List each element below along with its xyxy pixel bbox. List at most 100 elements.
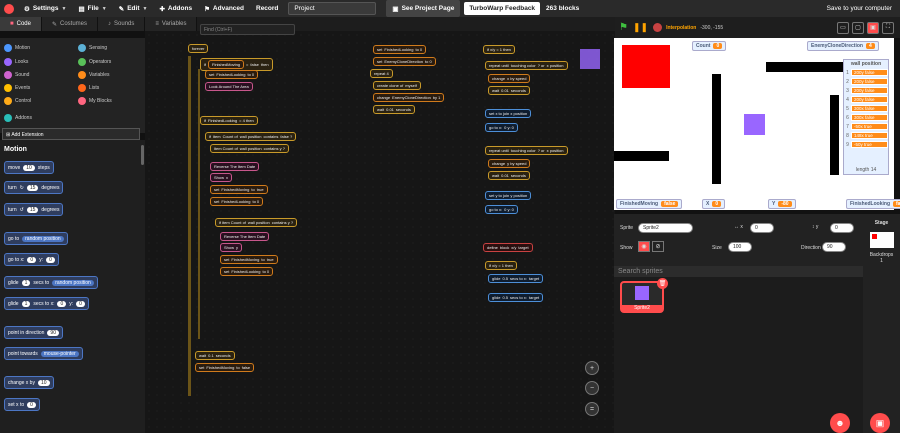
change-x-block[interactable]: change x by 10	[4, 376, 54, 389]
category-my-blocks[interactable]: My Blocks	[78, 97, 112, 105]
workspace-block[interactable]: change y by speed	[488, 159, 531, 168]
category-addons[interactable]: Addons	[4, 114, 32, 122]
choose-backdrop-button[interactable]: ▣	[870, 413, 890, 433]
list-item[interactable]: 8 148x true	[844, 131, 888, 140]
wall-position-list[interactable]: wall position 1 200y false 2 200y false 32…	[843, 59, 889, 175]
sprite-name-input[interactable]: Sprite2	[638, 223, 693, 233]
workspace-block[interactable]: wait 0.1 seconds	[195, 351, 235, 360]
list-item[interactable]: 1 200y false	[844, 68, 888, 77]
category-lists[interactable]: Lists	[78, 84, 99, 92]
workspace-block[interactable]: repeat until touching color ? or x posit…	[485, 61, 568, 70]
save-button[interactable]: Save to your computer	[827, 5, 900, 12]
point-direction-block[interactable]: point in direction 90	[4, 326, 63, 339]
glide-to-block[interactable]: glide 1 secs to random position	[4, 276, 98, 289]
workspace-block[interactable]: change x by speed	[488, 74, 531, 83]
workspace-block[interactable]: set FinishedLooking to 0	[220, 267, 274, 276]
stage-small-icon[interactable]: ▭	[837, 21, 849, 34]
move-block[interactable]: move 10 steps	[4, 161, 54, 174]
workspace-block[interactable]: if item Count of wall position contains …	[205, 132, 297, 141]
add-extension-button[interactable]: ⊞ Add Extension	[2, 128, 140, 140]
zoom-reset-button[interactable]: =	[585, 402, 599, 416]
go-to-block[interactable]: go to random position	[4, 232, 68, 245]
record-menu[interactable]: Record	[250, 0, 284, 17]
pause-icon[interactable]: ❚❚	[633, 22, 648, 33]
workspace-block[interactable]: Reverse The Item Date	[220, 232, 270, 241]
feedback-button[interactable]: TurboWarp Feedback	[464, 2, 541, 15]
category-events[interactable]: Events	[4, 84, 30, 92]
tab-sounds[interactable]: ♪ Sounds	[98, 17, 146, 31]
workspace-block[interactable]: set FinishedMoving to true	[220, 255, 278, 264]
category-sensing[interactable]: Sensing	[78, 44, 107, 52]
go-to-xy-block[interactable]: go to x: 0 y: 0	[4, 253, 59, 266]
category-motion[interactable]: Motion	[4, 44, 30, 52]
workspace-block[interactable]: if FinishedLooking = 4 then	[200, 116, 258, 125]
workspace-block[interactable]: if x/y = 1 then	[483, 45, 515, 54]
tab-costumes[interactable]: ✎ Costumes	[41, 17, 99, 31]
palette-scrollbar[interactable]	[141, 145, 144, 165]
workspace-block[interactable]: Look Around The Area	[205, 82, 253, 91]
find-input[interactable]: Find (Ctrl+F)	[200, 24, 295, 35]
see-project-page-button[interactable]: ▣ See Project Page	[386, 0, 461, 17]
list-item[interactable]: 3 200y false	[844, 86, 888, 95]
turn-right-block[interactable]: turn ↻ 15 degrees	[4, 181, 64, 194]
workspace-block[interactable]: change EnemyCloneDirection by 1	[373, 93, 445, 102]
workspace-block[interactable]: Show x	[210, 173, 233, 182]
workspace-block[interactable]: if item Count of wall position contains …	[215, 218, 298, 227]
category-sound[interactable]: Sound	[4, 71, 29, 79]
list-item[interactable]: 9 -50y true	[844, 140, 888, 149]
stop-icon[interactable]	[653, 23, 663, 32]
turn-left-block[interactable]: turn ↺ 15 degrees	[4, 203, 64, 216]
workspace-block[interactable]: glide 0.5 secs to x: target	[488, 293, 544, 302]
advanced-menu[interactable]: ⚑ Advanced	[198, 0, 250, 17]
trash-icon[interactable]: 🗑	[657, 278, 668, 289]
sprite-thumbnail[interactable]: Sprite2 🗑	[620, 278, 668, 313]
workspace-block[interactable]: forever	[188, 44, 209, 53]
workspace-block[interactable]: item Count of wall position contains y ?	[210, 144, 289, 153]
category-control[interactable]: Control	[4, 97, 31, 105]
workspace-block[interactable]: repeat until touching color ? or x posit…	[485, 146, 568, 155]
list-item[interactable]: 7 -50x true	[844, 122, 888, 131]
zoom-out-button[interactable]: −	[585, 381, 599, 395]
define-block[interactable]: define block x/y target	[483, 243, 533, 252]
workspace-block[interactable]: set FinishedLooking to 0	[210, 197, 264, 206]
addons-menu[interactable]: ✚ Addons	[153, 0, 198, 17]
show-hidden-toggle[interactable]: ⊘	[652, 241, 664, 252]
tab-variables[interactable]: ≡ Variables	[145, 17, 198, 31]
tab-code[interactable]: ■ Code	[0, 17, 42, 31]
code-workspace[interactable]: forever if FinishedMoving = false then s…	[145, 31, 615, 433]
project-title-input[interactable]: Project	[288, 2, 377, 15]
settings-menu[interactable]: ⚙ Settings ▼	[18, 0, 72, 17]
workspace-block[interactable]: wait 0.01 seconds	[373, 105, 415, 114]
workspace-block[interactable]: Show y	[220, 243, 243, 252]
file-menu[interactable]: ▤ File ▼	[72, 0, 112, 17]
workspace-block[interactable]: set FinishedLooking to 0	[205, 70, 259, 79]
point-towards-block[interactable]: point towards mouse-pointer	[4, 347, 83, 360]
workspace-block[interactable]: repeat 4	[370, 69, 393, 78]
x-input[interactable]: 0	[750, 223, 774, 233]
workspace-block[interactable]: set FinishedMoving to true	[210, 185, 268, 194]
list-item[interactable]: 2 200y false	[844, 77, 888, 86]
workspace-block[interactable]: set FinishedLooking to 0	[373, 45, 427, 54]
list-item[interactable]: 4 200y false	[844, 95, 888, 104]
workspace-block[interactable]: set y to join y position	[485, 191, 532, 200]
search-sprites-input[interactable]: Search sprites	[614, 266, 863, 277]
set-x-block[interactable]: set x to 0	[4, 398, 40, 411]
list-item[interactable]: 6 300x false	[844, 113, 888, 122]
workspace-block[interactable]: wait 0.01 seconds	[488, 86, 530, 95]
zoom-in-button[interactable]: +	[585, 361, 599, 375]
y-input[interactable]: 0	[830, 223, 854, 233]
workspace-block[interactable]: create clone of myself	[373, 81, 421, 90]
workspace-block[interactable]: set x to join x position	[485, 109, 532, 118]
direction-input[interactable]: 90	[822, 242, 846, 252]
choose-sprite-button[interactable]: ☻	[830, 413, 850, 433]
workspace-block[interactable]: Reverse The Item Date	[210, 162, 260, 171]
stage-selector[interactable]: Stage Backdrops 1	[863, 214, 900, 433]
stage-large-icon[interactable]: ▣	[867, 21, 879, 34]
list-item[interactable]: 5 300x false	[844, 104, 888, 113]
workspace-block[interactable]: set EnemyCloneDirection to 0	[373, 57, 436, 66]
show-visible-toggle[interactable]: ◉	[638, 241, 650, 252]
fullscreen-icon[interactable]: ⛶	[882, 21, 894, 34]
workspace-block[interactable]: go to x: 0 y: 0	[485, 205, 518, 214]
category-operators[interactable]: Operators	[78, 58, 111, 66]
workspace-block[interactable]: go to x: 0 y: 0	[485, 123, 518, 132]
